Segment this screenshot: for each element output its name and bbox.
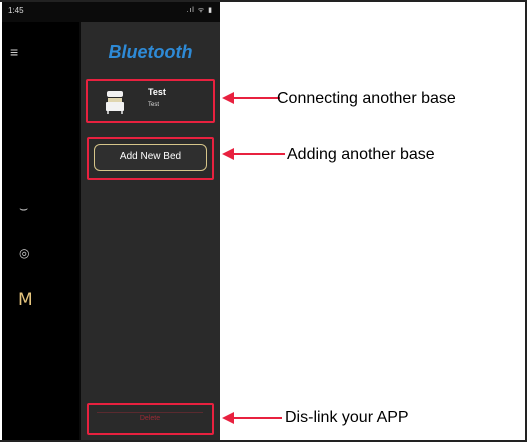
menu-icon[interactable]: ≡: [10, 44, 18, 60]
annotation-connect: Connecting another base: [277, 90, 456, 107]
rail-curve-icon[interactable]: ⌣: [19, 200, 28, 217]
delete-divider: [97, 412, 203, 413]
rail-eye-icon[interactable]: ◎: [19, 246, 29, 260]
delete-label: Delete: [139, 415, 161, 422]
arrow-unlink: [222, 412, 282, 424]
annotation-unlink: Dis-link your APP: [285, 409, 409, 426]
phone-screen: 1:45 .ıl ᯤ ▮ ≡ ⌣ ◎ M Bluetooth Test Test…: [2, 2, 220, 440]
drawer-title: Bluetooth: [108, 42, 193, 62]
bed-list-item[interactable]: Test Test: [86, 79, 215, 123]
delete-button[interactable]: Delete: [91, 412, 209, 426]
bed-icon: [106, 91, 124, 114]
add-bed-highlight: Add New Bed: [87, 137, 214, 180]
annotation-add: Adding another base: [287, 146, 435, 163]
side-rail: ≡ ⌣ ◎ M: [2, 22, 79, 440]
bed-subtitle: Test: [148, 102, 160, 108]
status-icons: .ıl ᯤ ▮: [186, 7, 213, 14]
delete-highlight: Delete: [87, 403, 214, 435]
arrow-add: [222, 148, 285, 160]
status-bar: 1:45 .ıl ᯤ ▮: [8, 6, 213, 18]
status-time: 1:45: [8, 6, 24, 15]
bluetooth-drawer: Bluetooth Test Test Add New Bed Delete: [81, 22, 220, 440]
bed-name: Test: [148, 87, 166, 97]
add-new-bed-button[interactable]: Add New Bed: [94, 144, 207, 171]
arrow-connect: [222, 92, 280, 104]
rail-m-icon[interactable]: M: [18, 290, 33, 310]
